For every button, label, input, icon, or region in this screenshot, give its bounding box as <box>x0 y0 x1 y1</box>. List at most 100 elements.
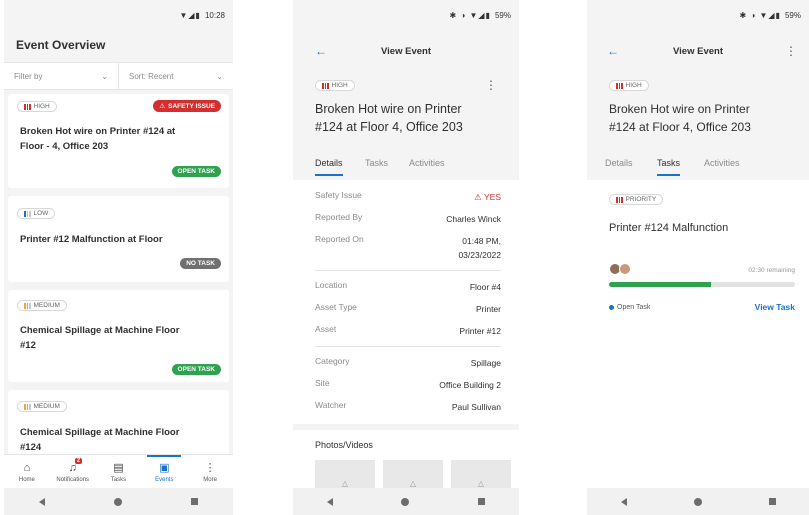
photo-thumbnail[interactable]: △ <box>383 460 443 490</box>
nav-back-icon[interactable] <box>620 497 627 506</box>
detail-value: Paul Sullivan <box>451 402 501 412</box>
nav-home-icon[interactable] <box>401 497 410 506</box>
nav-recent-icon[interactable] <box>477 498 485 505</box>
nav-back-icon[interactable] <box>38 497 45 506</box>
detail-value: Printer #12 <box>459 326 501 336</box>
filter-dropdown[interactable]: Filter by ⌄ <box>4 63 118 89</box>
tab-events[interactable]: ▣ Events <box>141 455 187 488</box>
image-placeholder-icon: △ <box>341 479 349 488</box>
view-event-details-screen: ✱ ◑ ▼◢▮ 59% ← View Event HIGH ⋮ Broken H… <box>293 0 519 515</box>
status-battery: 59% <box>494 11 511 20</box>
event-title: Chemical Spillage at Machine Floor #124 <box>20 425 179 455</box>
detail-key: Asset Type <box>315 302 357 312</box>
detail-value: Spillage <box>470 358 501 368</box>
detail-row-reported-by: Reported By Charles Winck <box>315 212 501 226</box>
detail-value: Office Building 2 <box>439 380 501 390</box>
priority-bars-icon <box>24 210 31 217</box>
safety-issue-value: YES <box>483 192 501 202</box>
nav-home-icon[interactable] <box>693 497 702 506</box>
event-title-line2: #124 at Floor 4, Office 203 <box>609 120 751 134</box>
kebab-menu-icon[interactable]: ⋮ <box>785 44 797 58</box>
event-title: Broken Hot wire on Printer #124 at Floor… <box>20 124 175 154</box>
event-title-line1: Broken Hot wire on Printer #124 at <box>20 126 176 137</box>
tab-label: Notifications <box>56 477 90 483</box>
nav-home-icon[interactable] <box>113 497 122 506</box>
detail-row-location: Location Floor #4 <box>315 280 501 294</box>
home-icon: ⌂ <box>23 462 31 474</box>
reported-date: 03/23/2022 <box>458 250 501 260</box>
task-progress-fill <box>609 282 712 287</box>
photos-panel: Photos/Videos △ △ △ <box>293 430 519 490</box>
view-task-link[interactable]: View Task <box>755 302 795 312</box>
priority-label: HIGH <box>33 103 50 110</box>
sort-dropdown[interactable]: Sort: Recent ⌄ <box>118 63 233 89</box>
view-event-tasks-screen: ✱ ◑ ▼◢▮ 59% ← View Event ⋮ HIGH Broken H… <box>587 0 809 515</box>
filter-label: Filter by <box>14 71 43 81</box>
nav-back-icon[interactable] <box>327 497 334 506</box>
tasks-panel: PRIORITY Printer #124 Malfunction 02:30 … <box>587 180 809 488</box>
page-title: View Event <box>381 46 431 57</box>
kebab-menu-icon[interactable]: ⋮ <box>485 78 497 92</box>
page-title: View Event <box>673 46 723 57</box>
status-badge: OPEN TASK <box>171 364 221 375</box>
tab-tasks[interactable]: Tasks <box>365 154 388 168</box>
tab-more[interactable]: ⋮ More <box>187 455 233 488</box>
task-card[interactable]: PRIORITY Printer #124 Malfunction 02:30 … <box>587 188 809 320</box>
time-remaining: 02:30 remaining <box>748 267 795 274</box>
tab-activities[interactable]: Activities <box>704 154 740 168</box>
nav-recent-icon[interactable] <box>191 498 199 505</box>
tab-label: Tasks <box>110 477 127 483</box>
reported-time: 01:48 PM, <box>462 236 501 246</box>
nav-recent-icon[interactable] <box>768 498 776 505</box>
priority-bars-icon <box>24 403 31 410</box>
tab-activities[interactable]: Activities <box>409 154 445 168</box>
safety-issue-label: SAFETY ISSUE <box>168 102 215 110</box>
system-nav-bar <box>4 488 233 515</box>
app-bar: ← View Event <box>293 34 519 70</box>
priority-pill: MEDIUM <box>17 401 67 412</box>
priority-bars-icon <box>24 103 31 110</box>
priority-pill: MEDIUM <box>17 300 67 311</box>
app-bar: ← View Event <box>587 34 809 70</box>
tab-notifications[interactable]: ♫ 2 Notifications <box>50 455 96 488</box>
photo-thumbnail[interactable]: △ <box>315 460 375 490</box>
tab-tasks[interactable]: ▤ Tasks <box>96 455 142 488</box>
event-title-line1: Chemical Spillage at Machine Floor <box>20 427 180 438</box>
event-title: Broken Hot wire on Printer #124 at Floor… <box>609 100 751 136</box>
event-card[interactable]: MEDIUM Chemical Spillage at Machine Floo… <box>8 390 229 460</box>
photo-thumbnails: △ △ △ <box>293 460 519 490</box>
detail-value: Floor #4 <box>469 282 501 292</box>
photo-thumbnail[interactable]: △ <box>451 460 511 490</box>
event-overview-screen: ▼◢▮ 10:28 Event Overview Filter by ⌄ Sor… <box>4 0 233 515</box>
status-badge: OPEN TASK <box>171 166 221 177</box>
event-card[interactable]: HIGH ⚠ SAFETY ISSUE Broken Hot wire on P… <box>8 94 229 188</box>
bottom-tab-bar: ⌂ Home ♫ 2 Notifications ▤ Tasks ▣ Event… <box>4 454 233 488</box>
safety-issue-badge: ⚠ SAFETY ISSUE <box>153 100 221 112</box>
tab-details[interactable]: Details <box>605 154 633 168</box>
detail-key: Category <box>315 356 350 366</box>
details-panel: Safety Issue ⚠ YES Reported By Charles W… <box>293 180 519 424</box>
detail-key: Watcher <box>315 400 347 410</box>
detail-key: Site <box>315 378 330 388</box>
priority-bars-icon <box>322 82 329 89</box>
image-placeholder-icon: △ <box>477 479 485 488</box>
tab-home[interactable]: ⌂ Home <box>4 455 50 488</box>
event-title: Chemical Spillage at Machine Floor #12 <box>20 323 179 353</box>
tab-label: More <box>203 477 217 483</box>
event-title: Printer #12 Malfunction at Floor <box>20 234 163 245</box>
task-status-label: Open Task <box>617 304 651 311</box>
tab-details[interactable]: Details <box>315 154 343 176</box>
detail-value: Charles Winck <box>446 214 501 224</box>
warning-icon: ⚠ <box>159 103 166 110</box>
tab-tasks[interactable]: Tasks <box>657 154 681 176</box>
detail-key: Safety Issue <box>315 190 362 200</box>
divider <box>315 346 501 347</box>
event-card[interactable]: MEDIUM Chemical Spillage at Machine Floo… <box>8 290 229 382</box>
avatar <box>619 263 631 275</box>
detail-key: Location <box>315 280 348 290</box>
priority-label: LOW <box>33 210 49 217</box>
detail-row-asset-type: Asset Type Printer <box>315 302 501 316</box>
event-card[interactable]: LOW Printer #12 Malfunction at Floor NO … <box>8 196 229 282</box>
priority-label: PRIORITY <box>625 196 657 203</box>
tab-label: Events <box>155 477 174 483</box>
